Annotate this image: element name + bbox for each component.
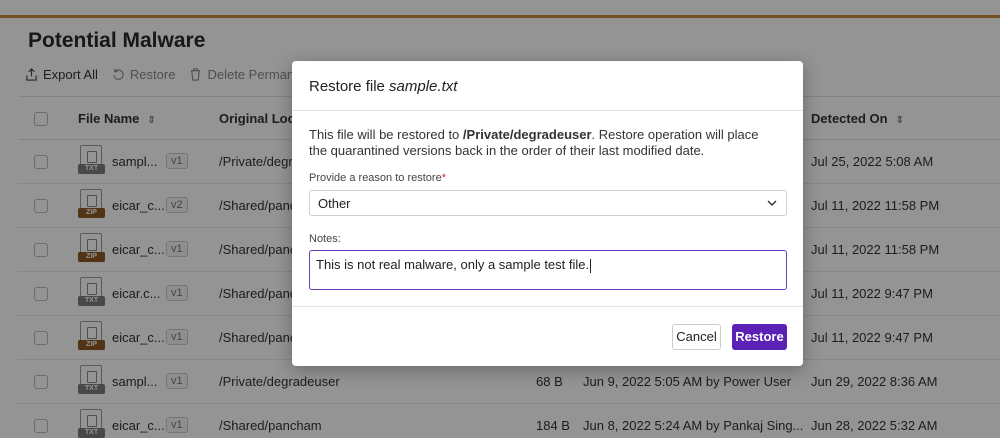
dialog-header: Restore file sample.txt: [292, 61, 803, 111]
restore-description: This file will be restored to /Private/d…: [309, 127, 779, 159]
desc-path: /Private/degradeuser: [462, 127, 592, 142]
reason-label-text: Provide a reason to restore: [309, 172, 442, 184]
text-caret: [590, 258, 592, 273]
dialog-footer: Cancel Restore: [292, 306, 803, 366]
reason-label: Provide a reason to restore*: [309, 172, 446, 184]
dialog-title-filename: sample.txt: [389, 78, 458, 95]
reason-select[interactable]: Other: [309, 190, 787, 216]
required-mark: *: [441, 172, 446, 184]
restore-file-dialog: Restore file sample.txt This file will b…: [292, 61, 803, 366]
chevron-down-icon: [767, 200, 777, 206]
notes-label: Notes:: [309, 233, 341, 245]
dialog-title-prefix: Restore file: [309, 78, 390, 95]
desc-prefix: This file will be restored to: [309, 127, 463, 142]
notes-value: This is not real malware, only a sample …: [316, 257, 590, 272]
cancel-button[interactable]: Cancel: [672, 324, 721, 350]
dialog-title: Restore file sample.txt: [309, 78, 457, 95]
notes-textarea[interactable]: This is not real malware, only a sample …: [309, 250, 787, 290]
restore-button[interactable]: Restore: [732, 324, 787, 350]
reason-select-value: Other: [318, 196, 351, 211]
